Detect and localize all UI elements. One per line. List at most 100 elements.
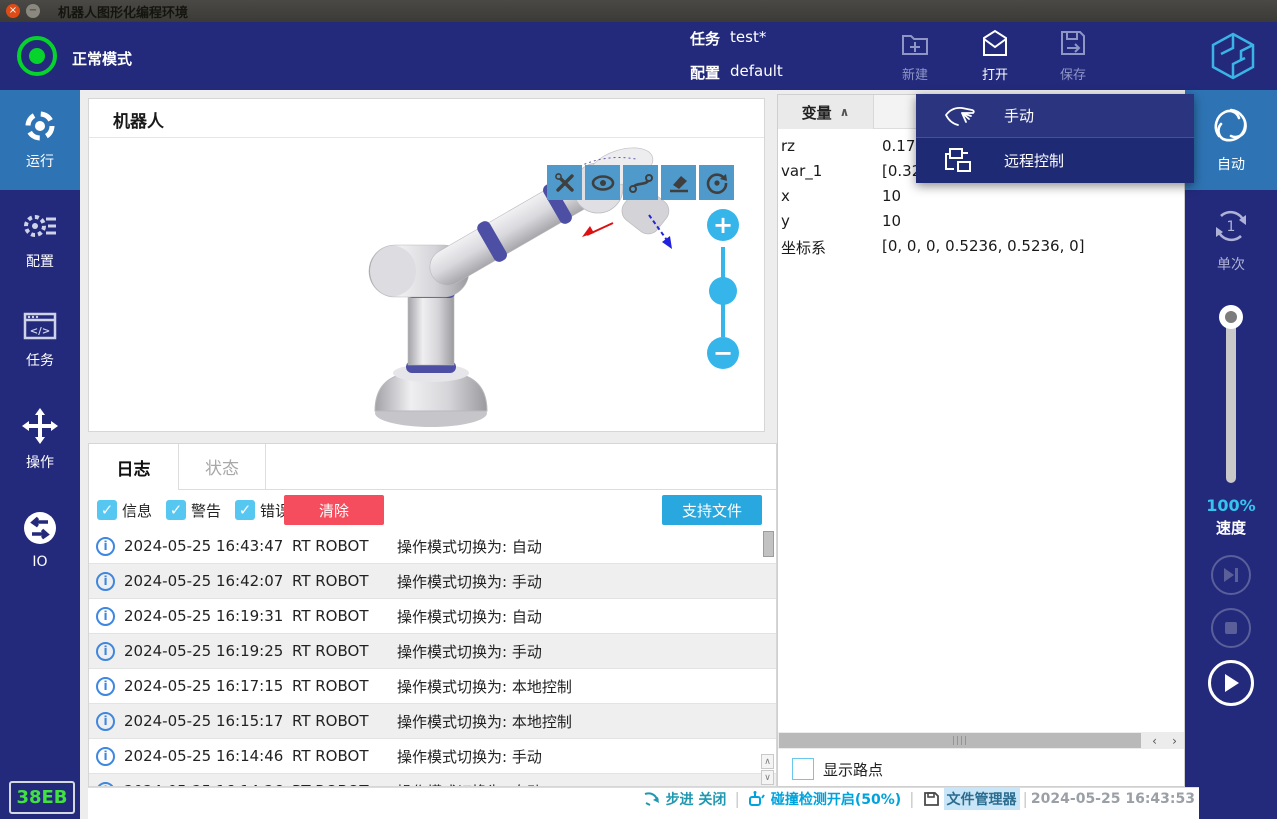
path-icon [629,171,653,195]
close-icon[interactable]: × [6,4,20,18]
show-waypoints-checkbox[interactable] [792,758,814,780]
path-button[interactable] [623,165,658,200]
menu-item-label: 手动 [1004,105,1034,126]
robot-view-panel: 机器人 [88,98,765,432]
variable-name: y [781,212,790,230]
log-row[interactable]: i 2024-05-25 16:42:07 RT ROBOT 操作模式切换为: … [89,564,776,599]
menu-item-remote-control[interactable]: 远程控制 [916,138,1194,183]
show-waypoints-label: 显示路点 [823,759,883,780]
variable-name: x [781,187,790,205]
log-row[interactable]: i 2024-05-25 16:17:15 RT ROBOT 操作模式切换为: … [89,669,776,704]
filter-info-checkbox[interactable]: ✓ [97,500,117,520]
log-message: 操作模式切换为: 本地控制 [397,711,572,732]
log-message: 操作模式切换为: 手动 [397,641,542,662]
file-manager-status[interactable]: 文件管理器 [923,788,1020,810]
log-row[interactable]: i 2024-05-25 16:14:26 RT ROBOT 操作模式切换为: … [89,774,776,787]
mode-label: 正常模式 [72,48,132,69]
svg-text:1: 1 [1227,219,1236,235]
log-source: RT ROBOT [292,642,397,660]
minimize-icon[interactable]: − [26,4,40,18]
sidebar-item-label: 运行 [26,151,54,171]
stop-button[interactable] [1211,608,1251,648]
separator: | [909,789,914,808]
sidebar-item-task[interactable]: </> 任务 [0,290,80,390]
log-message: 操作模式切换为: 手动 [397,571,542,592]
sidebar-item-operate[interactable]: 操作 [0,390,80,490]
log-row[interactable]: i 2024-05-25 16:19:25 RT ROBOT 操作模式切换为: … [89,634,776,669]
step-mode-status[interactable]: 步进 关闭 [643,789,727,809]
tools-button[interactable] [547,165,582,200]
remote-control-icon [942,147,978,175]
filter-warning-checkbox[interactable]: ✓ [166,500,186,520]
tab-log[interactable]: 日志 [89,444,179,490]
sidebar-item-run[interactable]: 运行 [0,90,80,190]
sidebar-item-single[interactable]: 1 单次 [1185,190,1277,290]
log-scrollbar-thumb[interactable] [763,531,774,557]
log-filter-row: ✓ 信息 ✓ 警告 ✓ 错误 清除 支持文件 [89,491,776,529]
variable-row[interactable]: y 10 [778,210,1184,235]
variable-value: 10 [882,212,901,230]
visibility-button[interactable] [585,165,620,200]
variables-tab[interactable]: 变量 ∧ [778,95,874,129]
log-time: 2024-05-25 16:19:25 [124,642,292,660]
new-label: 新建 [885,64,945,83]
scroll-left-icon[interactable]: ‹ [1146,733,1163,748]
scroll-up-icon[interactable]: ∧ [761,754,774,769]
log-message: 操作模式切换为: 自动 [397,606,542,627]
speed-slider-track[interactable] [1226,305,1236,483]
sidebar-item-auto[interactable]: 自动 [1185,90,1277,190]
hscrollbar-thumb[interactable]: |||| [779,733,1141,748]
variable-row[interactable]: 坐标系 [0, 0, 0, 0.5236, 0.5236, 0] [778,235,1184,260]
window-title: 机器人图形化编程环境 [58,2,188,21]
speed-slider-handle[interactable] [1219,305,1243,329]
filter-error-checkbox[interactable]: ✓ [235,500,255,520]
scroll-down-icon[interactable]: ∨ [761,770,774,785]
open-button[interactable]: 打开 [965,28,1025,83]
variable-row[interactable]: x 10 [778,185,1184,210]
collision-icon [748,790,766,808]
log-list[interactable]: i 2024-05-25 16:43:47 RT ROBOT 操作模式切换为: … [89,529,776,787]
tab-status[interactable]: 状态 [179,444,266,490]
sidebar-item-label: 操作 [26,452,54,472]
auto-label: 自动 [1217,154,1245,174]
variable-value: 10 [882,187,901,205]
status-bar: 步进 关闭 | 碰撞检测开启(50%) | 文件管理器 | 2024-05-25… [88,787,1199,819]
zoom-in-icon[interactable]: + [707,209,739,241]
log-source: RT ROBOT [292,747,397,765]
step-forward-icon [1222,567,1240,583]
log-source: RT ROBOT [292,537,397,555]
zoom-out-icon[interactable]: − [707,337,739,369]
support-files-button[interactable]: 支持文件 [662,495,762,525]
zoom-slider-handle[interactable] [709,277,737,305]
variables-panel: 变量 ∧ rz 0.1745 var_1 [0.326 x 10 y 10 坐标… [777,94,1185,787]
log-time: 2024-05-25 16:14:46 [124,747,292,765]
log-row[interactable]: i 2024-05-25 16:43:47 RT ROBOT 操作模式切换为: … [89,529,776,564]
new-button[interactable]: 新建 [885,28,945,83]
sidebar-item-config[interactable]: 配置 [0,190,80,290]
log-row[interactable]: i 2024-05-25 16:14:46 RT ROBOT 操作模式切换为: … [89,739,776,774]
move-arrows-icon [22,408,58,444]
reset-view-button[interactable] [699,165,734,200]
menu-item-manual[interactable]: 手动 [916,94,1194,138]
save-button[interactable]: 保存 [1043,28,1103,83]
scroll-right-icon[interactable]: › [1166,733,1183,748]
collision-text: 碰撞检测开启(50%) [771,789,901,809]
hand-icon [942,103,978,129]
save-icon [1058,28,1088,58]
brand-logo [1207,30,1259,86]
eraser-button[interactable] [661,165,696,200]
tab-strip-filler [266,444,777,490]
step-forward-button[interactable] [1211,555,1251,595]
log-row[interactable]: i 2024-05-25 16:15:17 RT ROBOT 操作模式切换为: … [89,704,776,739]
sidebar-item-io[interactable]: IO [0,490,80,590]
separator: | [734,789,739,808]
log-row[interactable]: i 2024-05-25 16:19:31 RT ROBOT 操作模式切换为: … [89,599,776,634]
clear-button[interactable]: 清除 [284,495,384,525]
config-label: 配置 [690,62,720,83]
play-button[interactable] [1208,660,1254,706]
filter-info-label: 信息 [122,500,152,521]
info-icon: i [96,712,115,731]
collision-status[interactable]: 碰撞检测开启(50%) [748,789,901,809]
info-icon: i [96,747,115,766]
run-icon [23,109,57,143]
